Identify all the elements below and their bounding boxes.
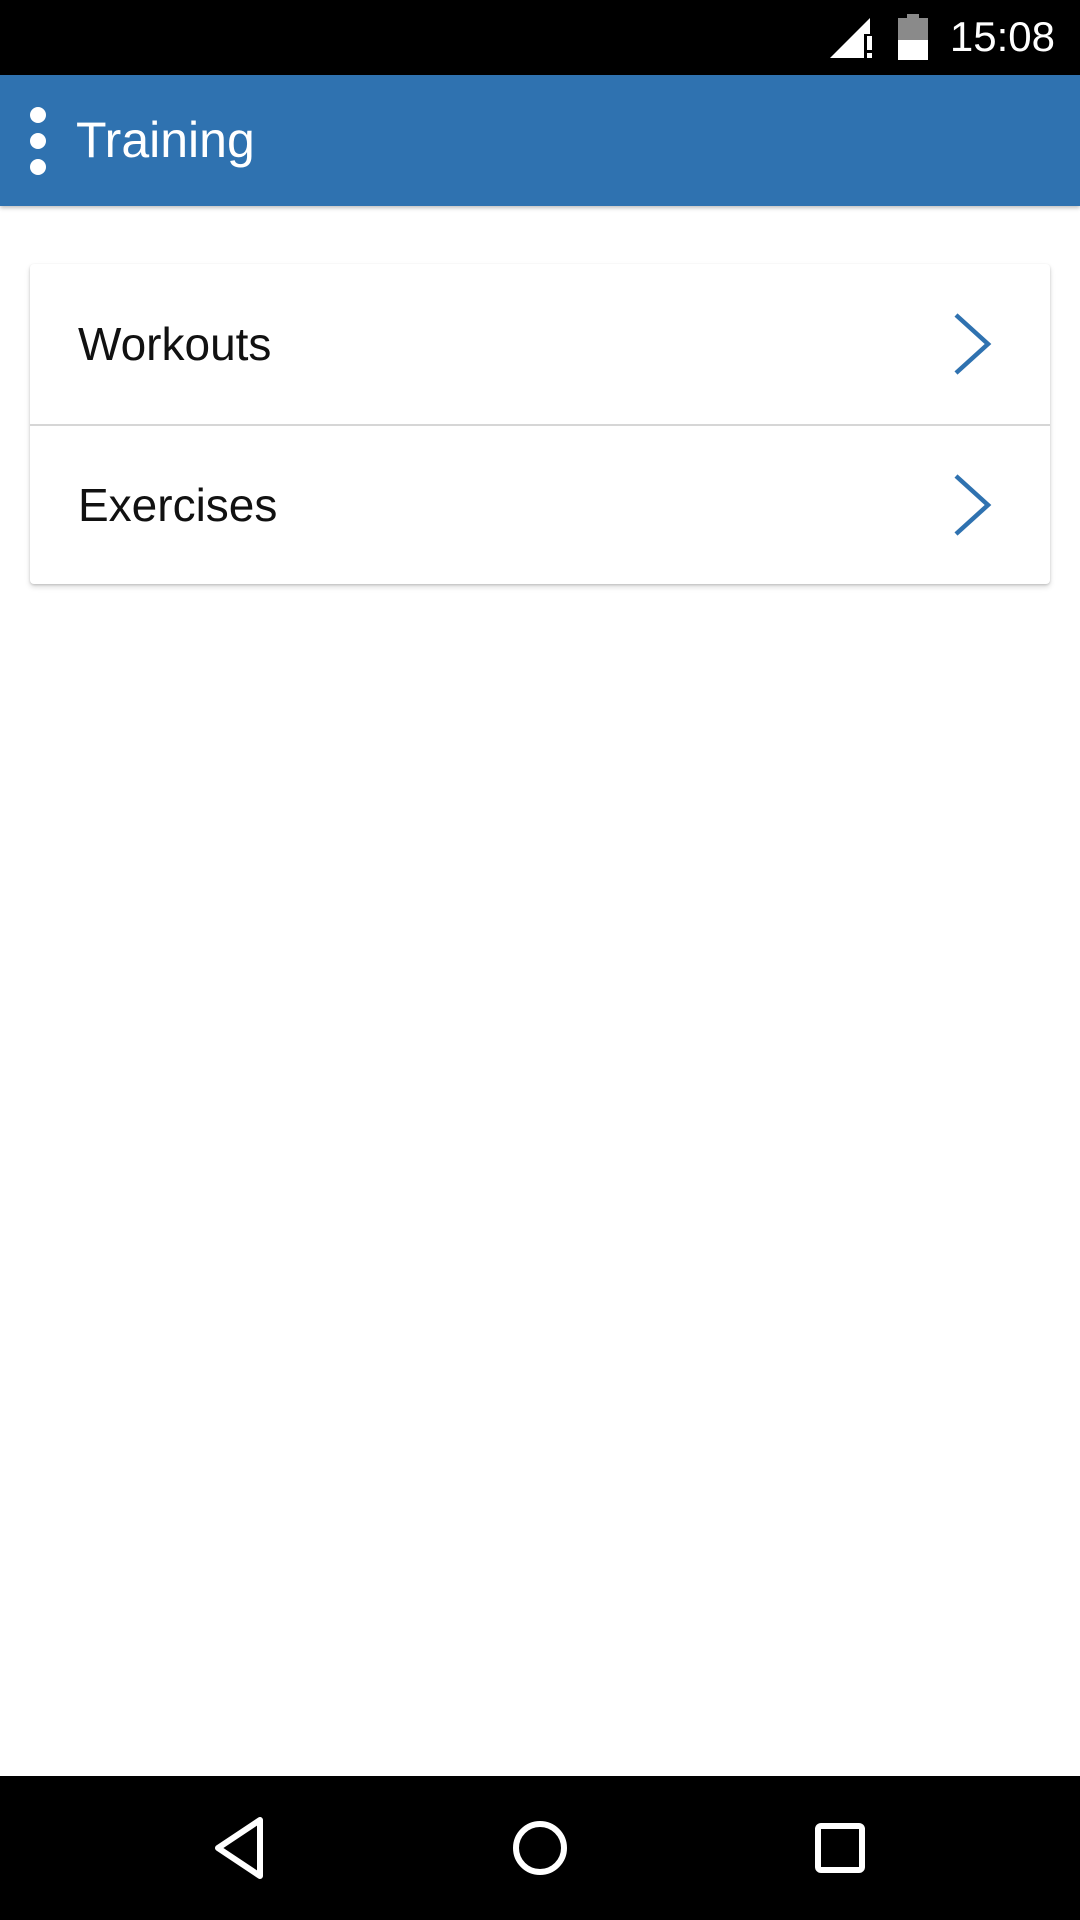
list-item-label: Workouts (78, 318, 272, 370)
chevron-right-icon (954, 313, 992, 375)
screen: 15:08 Training Workouts Exercises (0, 0, 1080, 1920)
menu-dot (30, 133, 46, 149)
signal-alert-icon (830, 18, 876, 58)
battery-half-icon (898, 14, 928, 60)
vertical-dots-icon[interactable] (18, 105, 58, 177)
menu-card: Workouts Exercises (30, 264, 1050, 584)
list-item-exercises[interactable]: Exercises (30, 424, 1050, 584)
home-circle-icon[interactable] (504, 1812, 576, 1884)
chevron-right-icon (954, 474, 992, 536)
page-title: Training (76, 112, 255, 168)
menu-dot (30, 107, 46, 123)
menu-dot (30, 159, 46, 175)
status-time: 15:08 (949, 13, 1055, 60)
app-bar: Training (0, 75, 1080, 206)
list-item-workouts[interactable]: Workouts (30, 264, 1050, 424)
list-item-label: Exercises (78, 479, 278, 531)
back-triangle-icon[interactable] (204, 1812, 276, 1884)
status-bar: 15:08 (0, 0, 1080, 75)
system-nav-bar (0, 1776, 1080, 1920)
recents-square-icon[interactable] (804, 1812, 876, 1884)
